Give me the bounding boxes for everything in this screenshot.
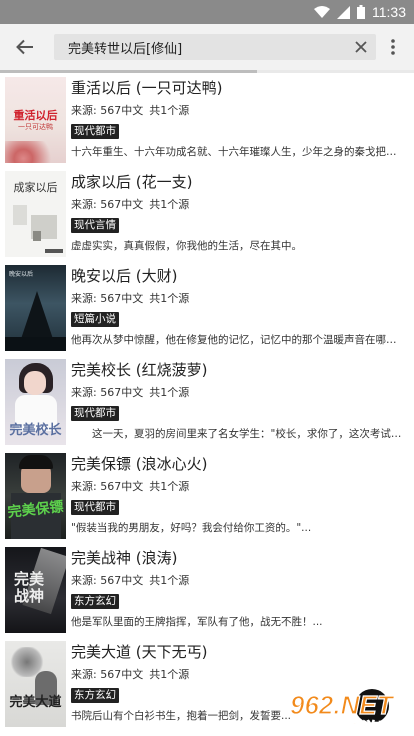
book-meta: 来源: 567中文 共1个源 <box>71 291 406 307</box>
book-source-count: 共1个源 <box>149 198 190 211</box>
book-category-tag: 现代都市 <box>71 500 119 515</box>
book-source: 来源: 567中文 <box>71 292 144 305</box>
book-description: 虚虚实实，真真假假，你我他的生活，尽在其中。 <box>71 240 302 252</box>
book-title: 晚安以后 (大财) <box>71 267 178 285</box>
book-meta: 来源: 567中文 共1个源 <box>71 385 406 401</box>
search-input[interactable] <box>68 39 338 55</box>
more-vert-icon <box>391 39 395 55</box>
cover-title: 完美战神 <box>13 570 44 605</box>
book-item[interactable]: 完美战神 完美战神 (浪涛) 来源: 567中文 共1个源 东方玄幻 他是军队里面… <box>0 543 414 637</box>
book-source: 来源: 567中文 <box>71 574 144 587</box>
cover-title: 重活以后 <box>13 109 58 122</box>
arrow-left-icon <box>16 39 33 55</box>
book-cover: 晚安以后 <box>5 265 66 351</box>
clear-button[interactable] <box>352 38 370 56</box>
book-item[interactable]: 重活以后 一只可达鸭 重活以后 (一只可达鸭) 来源: 567中文 共1个源 现代… <box>0 73 414 167</box>
book-info: 完美战神 (浪涛) 来源: 567中文 共1个源 东方玄幻 他是军队里面的王牌指挥… <box>71 547 406 630</box>
book-cover: 成家以后 <box>5 171 66 257</box>
cover-title: 成家以后 <box>13 181 58 194</box>
signal-icon <box>337 5 350 19</box>
book-meta: 来源: 567中文 共1个源 <box>71 573 406 589</box>
book-cover: 完美校长 <box>5 359 66 445</box>
book-source-count: 共1个源 <box>149 668 190 681</box>
book-meta: 来源: 567中文 共1个源 <box>71 479 406 495</box>
wifi-icon <box>314 5 330 19</box>
book-item[interactable]: 晚安以后 晚安以后 (大财) 来源: 567中文 共1个源 短篇小说 他再次从梦中… <box>0 261 414 355</box>
book-meta: 来源: 567中文 共1个源 <box>71 103 406 119</box>
book-description: 十六年重生、十六年功成名就、十六年璀璨人生，少年之身的秦戈把该... <box>71 146 406 158</box>
book-title: 完美大道 (天下无丐) <box>71 643 208 661</box>
book-source: 来源: 567中文 <box>71 386 144 399</box>
search-toolbar <box>0 24 414 70</box>
search-results-list: 重活以后 一只可达鸭 重活以后 (一只可达鸭) 来源: 567中文 共1个源 现代… <box>0 73 414 731</box>
search-box <box>54 34 376 60</box>
site-watermark: 962.NET 乐游网 <box>278 684 414 736</box>
book-source-count: 共1个源 <box>149 574 190 587</box>
book-title: 完美校长 (红烧菠萝) <box>71 361 208 379</box>
book-item[interactable]: 完美校长 完美校长 (红烧菠萝) 来源: 567中文 共1个源 现代都市 这一天，… <box>0 355 414 449</box>
book-title: 重活以后 (一只可达鸭) <box>71 79 223 97</box>
book-meta: 来源: 567中文 共1个源 <box>71 667 406 683</box>
cover-subtitle: 一只可达鸭 <box>18 123 53 131</box>
book-source-count: 共1个源 <box>149 480 190 493</box>
close-icon <box>355 41 367 53</box>
book-cover: 重活以后 一只可达鸭 <box>5 77 66 163</box>
book-item[interactable]: 成家以后 成家以后 (花一支) 来源: 567中文 共1个源 现代言情 虚虚实实，… <box>0 167 414 261</box>
book-cover: 完美保镖 <box>5 453 66 539</box>
book-info: 晚安以后 (大财) 来源: 567中文 共1个源 短篇小说 他再次从梦中惊醒，他在… <box>71 265 406 348</box>
book-info: 成家以后 (花一支) 来源: 567中文 共1个源 现代言情 虚虚实实，真真假假，… <box>71 171 406 254</box>
book-category-tag: 东方玄幻 <box>71 594 119 609</box>
book-meta: 来源: 567中文 共1个源 <box>71 197 406 213</box>
more-menu-button[interactable] <box>378 24 408 70</box>
back-button[interactable] <box>2 24 48 70</box>
book-source-count: 共1个源 <box>149 292 190 305</box>
book-source: 来源: 567中文 <box>71 198 144 211</box>
cover-title: 晚安以后 <box>9 271 34 278</box>
book-item[interactable]: 完美保镖 完美保镖 (浪冰心火) 来源: 567中文 共1个源 现代都市 "假装当… <box>0 449 414 543</box>
cover-title: 完美大道 <box>9 695 62 710</box>
book-description: "假装当我的男朋友，好吗？我会付给你工资的。"... <box>71 522 312 534</box>
book-source-count: 共1个源 <box>149 386 190 399</box>
book-title: 成家以后 (花一支) <box>71 173 193 191</box>
book-description: 他是军队里面的王牌指挥，军队有了他，战无不胜！... <box>71 616 323 628</box>
book-category-tag: 东方玄幻 <box>71 688 119 703</box>
watermark-sub: 乐游网 <box>346 719 394 736</box>
book-info: 重活以后 (一只可达鸭) 来源: 567中文 共1个源 现代都市 十六年重生、十六… <box>71 77 406 160</box>
book-title: 完美战神 (浪涛) <box>71 549 178 567</box>
book-info: 完美保镖 (浪冰心火) 来源: 567中文 共1个源 现代都市 "假装当我的男朋友… <box>71 453 406 536</box>
book-source: 来源: 567中文 <box>71 104 144 117</box>
book-category-tag: 现代都市 <box>71 124 119 139</box>
cover-title: 完美校长 <box>9 423 62 438</box>
book-info: 完美校长 (红烧菠萝) 来源: 567中文 共1个源 现代都市 这一天，夏羽的房间… <box>71 359 406 442</box>
book-source: 来源: 567中文 <box>71 480 144 493</box>
watermark-brand: 962.NET <box>290 690 395 720</box>
book-category-tag: 现代都市 <box>71 406 119 421</box>
book-cover: 完美大道 <box>5 641 66 727</box>
book-source-count: 共1个源 <box>149 104 190 117</box>
book-source: 来源: 567中文 <box>71 668 144 681</box>
status-bar: 11:33 <box>0 0 414 24</box>
book-category-tag: 短篇小说 <box>71 312 119 327</box>
book-category-tag: 现代言情 <box>71 218 119 233</box>
book-cover: 完美战神 <box>5 547 66 633</box>
book-title: 完美保镖 (浪冰心火) <box>71 455 208 473</box>
battery-icon <box>357 5 365 19</box>
book-description: 他再次从梦中惊醒，他在修复他的记忆，记忆中的那个温暖声音在哪里... <box>71 334 406 346</box>
status-time: 11:33 <box>372 4 406 20</box>
book-description: 这一天，夏羽的房间里来了名女学生："校长，求你了，这次考试让... <box>71 428 406 440</box>
